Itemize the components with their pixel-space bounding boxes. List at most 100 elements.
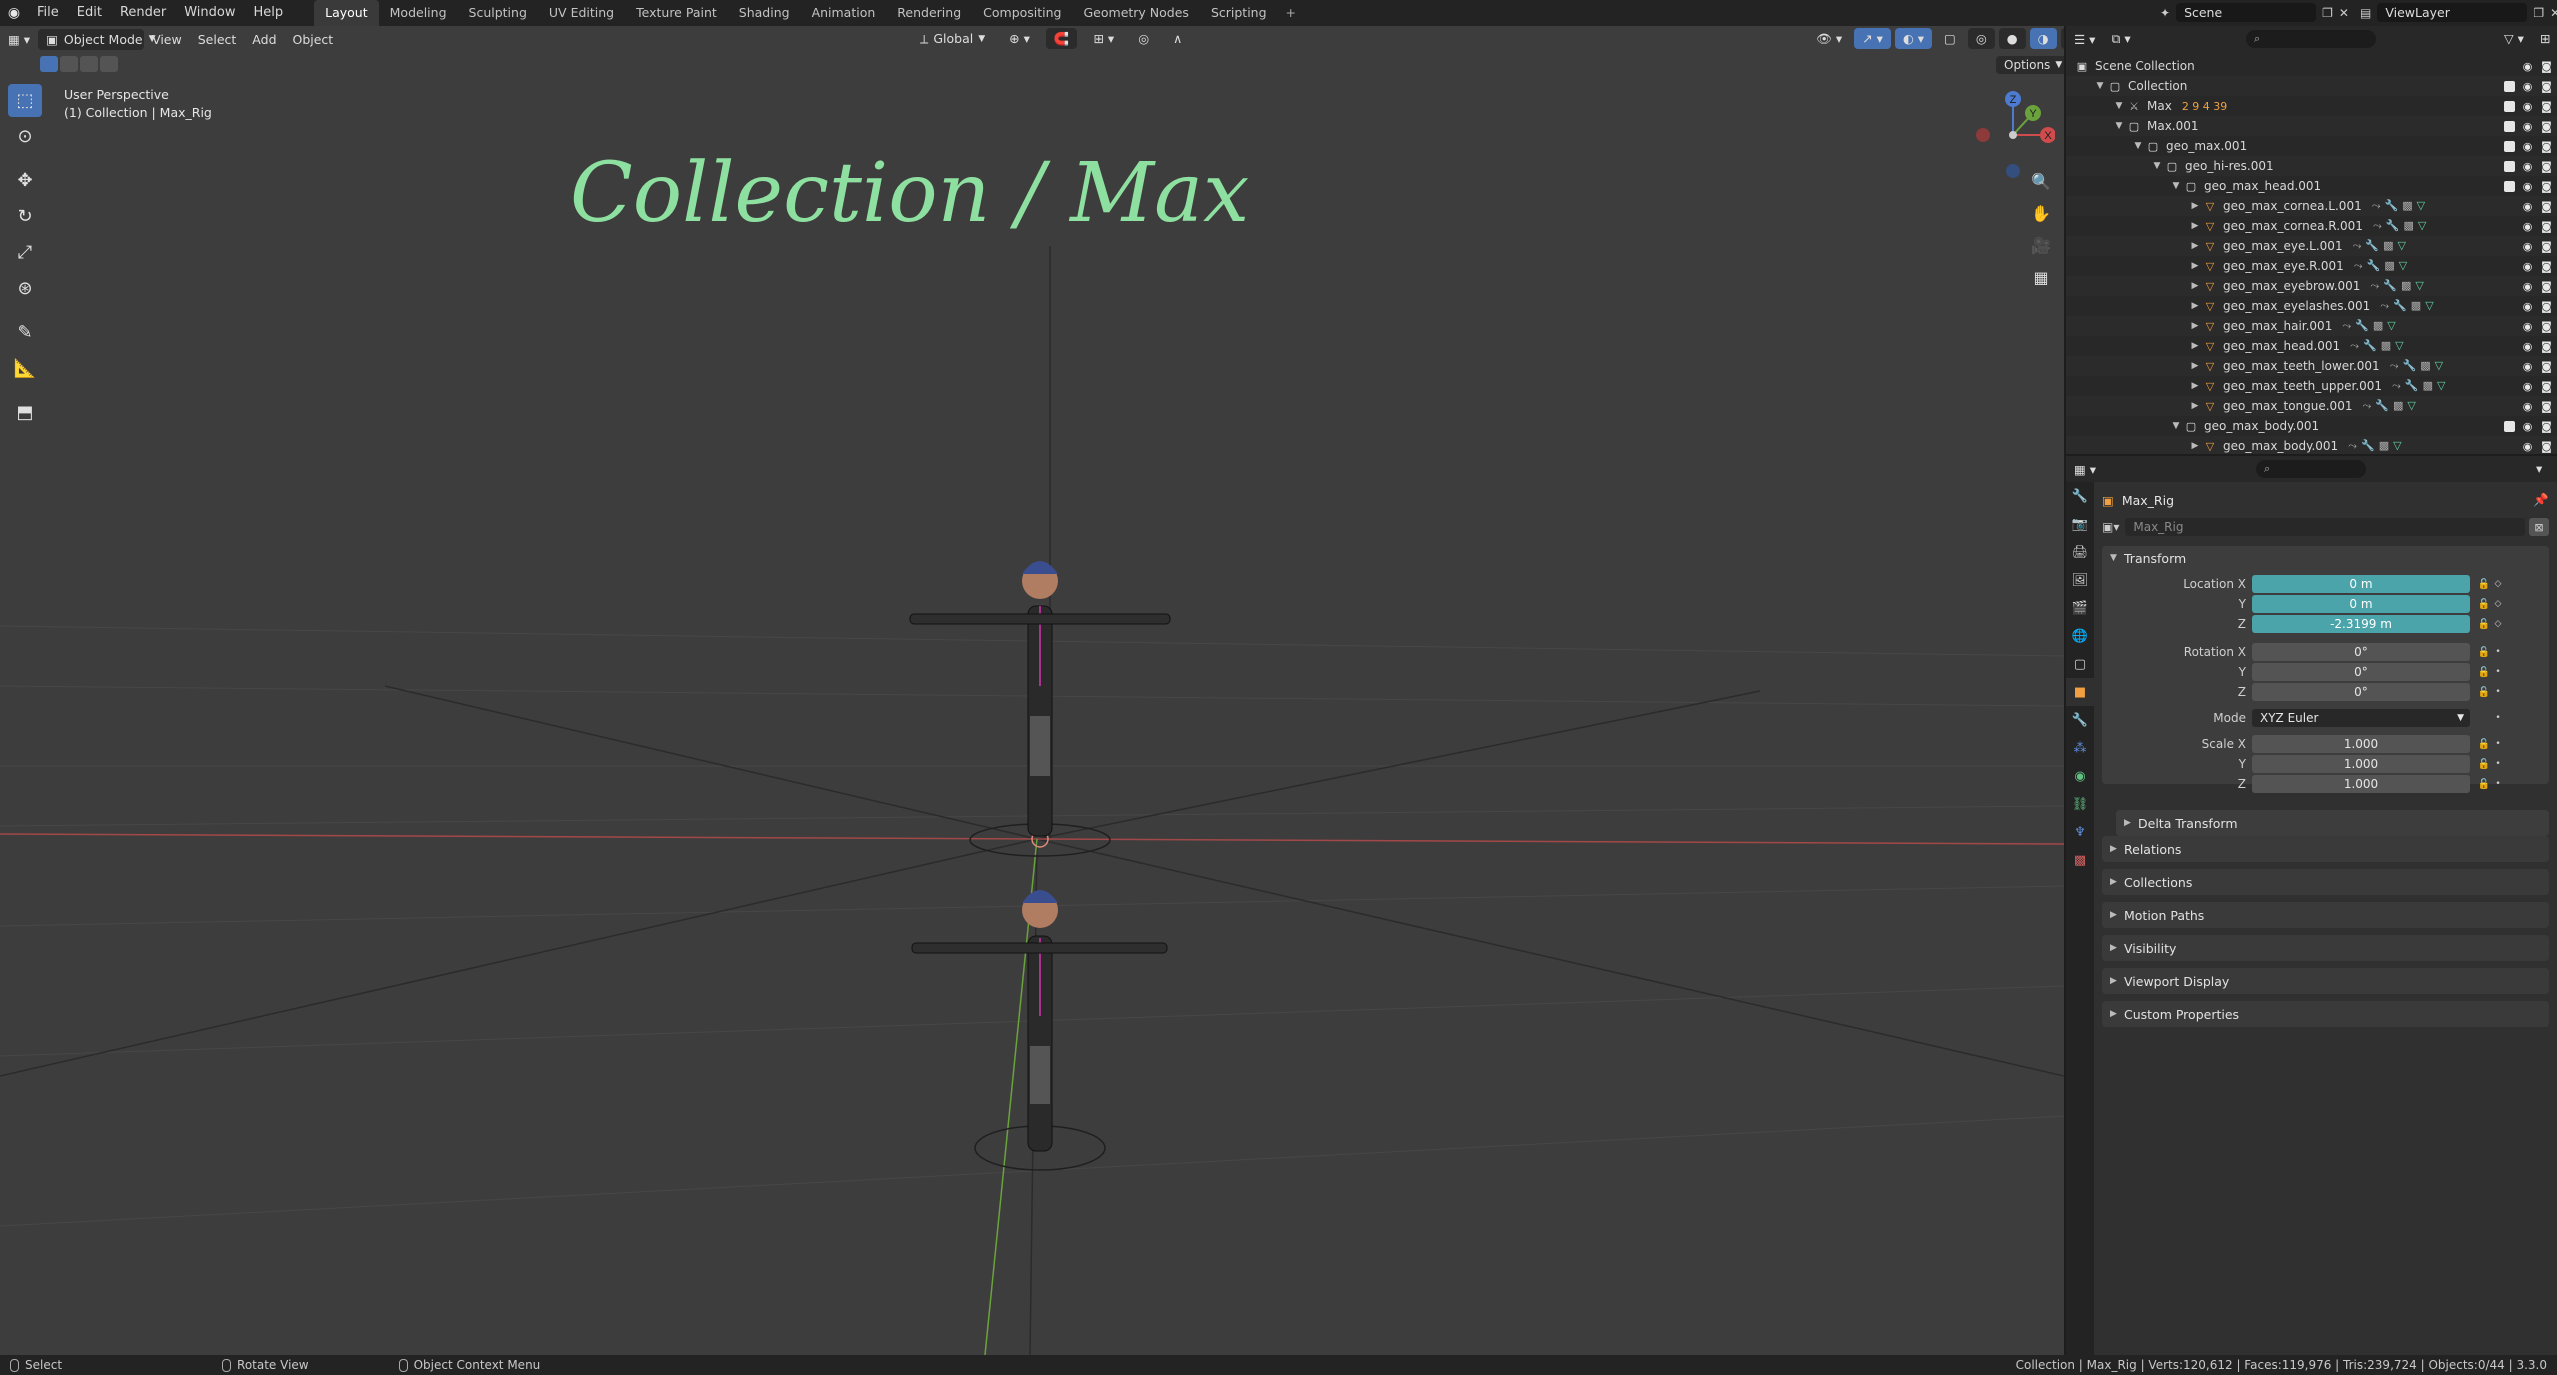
- menu-select[interactable]: Select: [190, 29, 245, 50]
- keyframe-dot-icon[interactable]: •: [2492, 779, 2504, 789]
- delete-scene-icon[interactable]: ✕: [2339, 6, 2349, 20]
- tab-modeling[interactable]: Modeling: [379, 0, 458, 26]
- tab-uv-editing[interactable]: UV Editing: [538, 0, 625, 26]
- outliner-search-input[interactable]: ⌕: [2246, 30, 2376, 48]
- outliner-row[interactable]: ▶ ▽ geo_max_eyelashes.001 ⤳ 🔧 ▩ ▽ ◉ ◙: [2066, 296, 2557, 316]
- editor-type-icon[interactable]: ▦ ▾: [0, 29, 38, 50]
- camera-icon[interactable]: ◙: [2540, 180, 2553, 193]
- panel-motion-paths[interactable]: ▶ Motion Paths: [2102, 902, 2549, 928]
- zoom-icon[interactable]: 🔍: [2026, 166, 2056, 196]
- visibility-icon[interactable]: 👁 ▾: [1808, 28, 1850, 49]
- lock-icon[interactable]: 🔓: [2476, 579, 2492, 590]
- pin-icon[interactable]: 📌: [2533, 492, 2549, 508]
- outliner-row[interactable]: ▶ ▽ geo_max_eye.R.001 ⤳ 🔧 ▩ ▽ ◉ ◙: [2066, 256, 2557, 276]
- menu-view[interactable]: View: [144, 29, 190, 50]
- tab-geometry-nodes[interactable]: Geometry Nodes: [1073, 0, 1200, 26]
- menu-add[interactable]: Add: [244, 29, 284, 50]
- pivot-point-icon[interactable]: ⊕ ▾: [1001, 28, 1038, 49]
- eye-icon[interactable]: ◉: [2521, 320, 2534, 333]
- expand-arrow-icon[interactable]: ▶: [2188, 441, 2202, 451]
- camera-icon[interactable]: ◙: [2540, 140, 2553, 153]
- lock-icon[interactable]: 🔓: [2476, 739, 2492, 750]
- camera-icon[interactable]: ◙: [2540, 240, 2553, 253]
- ortho-toggle-icon[interactable]: ▦: [2026, 262, 2056, 292]
- filter-icon[interactable]: ▽ ▾: [2496, 28, 2532, 49]
- exclude-checkbox[interactable]: [2504, 160, 2515, 172]
- lock-icon[interactable]: 🔓: [2476, 759, 2492, 770]
- tab-sculpting[interactable]: Sculpting: [458, 0, 538, 26]
- snap-toggle-icon[interactable]: 🧲: [1045, 28, 1078, 49]
- select-extend-icon[interactable]: [60, 56, 78, 72]
- keyframe-dot-icon[interactable]: •: [2492, 667, 2504, 677]
- collapse-arrow-icon[interactable]: ▼: [2150, 161, 2164, 171]
- keyframe-icon[interactable]: ◇: [2492, 599, 2504, 609]
- delta-transform-subpanel[interactable]: ▶ Delta Transform: [2116, 810, 2549, 836]
- character-lower[interactable]: [911, 890, 1168, 1171]
- view-layer-tab-icon[interactable]: 🖼: [2066, 566, 2094, 594]
- copy-scene-icon[interactable]: ❐: [2322, 6, 2333, 20]
- camera-icon[interactable]: ◙: [2540, 320, 2553, 333]
- eye-icon[interactable]: ◉: [2521, 200, 2534, 213]
- camera-icon[interactable]: ◙: [2540, 280, 2553, 293]
- add-cube-tool-icon[interactable]: ⬒: [8, 396, 42, 429]
- camera-icon[interactable]: ◙: [2540, 80, 2553, 93]
- outliner-row[interactable]: ▼ ▢ geo_max_head.001 ◉ ◙: [2066, 176, 2557, 196]
- eye-icon[interactable]: ◉: [2521, 240, 2534, 253]
- proportional-edit-icon[interactable]: ◎: [1130, 28, 1157, 49]
- menu-window[interactable]: Window: [175, 0, 244, 26]
- delete-view-layer-icon[interactable]: ✕: [2550, 6, 2557, 20]
- view-layer-selector[interactable]: ViewLayer: [2377, 3, 2528, 22]
- expand-arrow-icon[interactable]: ▶: [2188, 241, 2202, 251]
- select-subtract-icon[interactable]: [80, 56, 98, 72]
- collection-tab-icon[interactable]: ▢: [2066, 650, 2094, 678]
- falloff-icon[interactable]: ∧: [1165, 28, 1190, 49]
- collapse-arrow-icon[interactable]: ▼: [2112, 101, 2126, 111]
- camera-icon[interactable]: ◙: [2540, 360, 2553, 373]
- camera-icon[interactable]: ◙: [2540, 340, 2553, 353]
- gizmo-toggle-icon[interactable]: ↗ ▾: [1854, 28, 1891, 49]
- particles-tab-icon[interactable]: ⁂: [2066, 734, 2094, 762]
- tab-compositing[interactable]: Compositing: [972, 0, 1072, 26]
- scene-selector[interactable]: Scene: [2176, 3, 2317, 22]
- eye-icon[interactable]: ◉: [2521, 160, 2534, 173]
- expand-arrow-icon[interactable]: ▶: [2188, 381, 2202, 391]
- copy-view-layer-icon[interactable]: ❐: [2533, 6, 2544, 20]
- rotation-z-field[interactable]: 0°: [2252, 683, 2470, 701]
- cursor-tool-icon[interactable]: ⊙: [8, 120, 42, 153]
- outliner-row[interactable]: ▶ ▽ geo_max_head.001 ⤳ 🔧 ▩ ▽ ◉ ◙: [2066, 336, 2557, 356]
- lock-icon[interactable]: 🔓: [2476, 667, 2492, 678]
- outliner-row[interactable]: ▣ Scene Collection ◉ ◙: [2066, 56, 2557, 76]
- output-tab-icon[interactable]: 🖨: [2066, 538, 2094, 566]
- menu-render[interactable]: Render: [111, 0, 175, 26]
- texture-tab-icon[interactable]: ▩: [2066, 846, 2094, 874]
- rotation-mode-dropdown[interactable]: XYZ Euler ▼: [2252, 709, 2470, 727]
- eye-icon[interactable]: ◉: [2521, 440, 2534, 453]
- collapse-arrow-icon[interactable]: ▼: [2093, 81, 2107, 91]
- eye-icon[interactable]: ◉: [2521, 80, 2534, 93]
- panel-visibility[interactable]: ▶ Visibility: [2102, 935, 2549, 961]
- properties-options-icon[interactable]: ▾: [2528, 458, 2550, 479]
- panel-custom-properties[interactable]: ▶ Custom Properties: [2102, 1001, 2549, 1027]
- expand-arrow-icon[interactable]: ▶: [2188, 301, 2202, 311]
- mode-selector[interactable]: ▣ Object Mode ▼: [38, 28, 156, 50]
- object-constraint-tab-icon[interactable]: ⛓: [2066, 790, 2094, 818]
- location-z-field[interactable]: -2.3199 m: [2252, 615, 2470, 633]
- keyframe-icon[interactable]: ◇: [2492, 619, 2504, 629]
- new-collection-icon[interactable]: ⊞: [2532, 28, 2557, 49]
- outliner-row[interactable]: ▼ ⚔ Max 2 9 4 39 ◉ ◙: [2066, 96, 2557, 116]
- tab-animation[interactable]: Animation: [801, 0, 887, 26]
- camera-icon[interactable]: ◙: [2540, 400, 2553, 413]
- keyframe-dot-icon[interactable]: •: [2492, 647, 2504, 657]
- lock-icon[interactable]: 🔓: [2476, 619, 2492, 630]
- annotate-tool-icon[interactable]: ✎: [8, 316, 42, 349]
- camera-icon[interactable]: ◙: [2540, 420, 2553, 433]
- eye-icon[interactable]: ◉: [2521, 60, 2534, 73]
- scene-tab-icon[interactable]: 🎬: [2066, 594, 2094, 622]
- properties-editor-type-icon[interactable]: ▦ ▾: [2066, 459, 2104, 480]
- overlay-toggle-icon[interactable]: ◐ ▾: [1894, 28, 1933, 49]
- physics-tab-icon[interactable]: ◉: [2066, 762, 2094, 790]
- rotate-tool-icon[interactable]: ↻: [8, 200, 42, 233]
- tab-scripting[interactable]: Scripting: [1200, 0, 1278, 26]
- collapse-arrow-icon[interactable]: ▼: [2131, 141, 2145, 151]
- camera-icon[interactable]: ◙: [2540, 380, 2553, 393]
